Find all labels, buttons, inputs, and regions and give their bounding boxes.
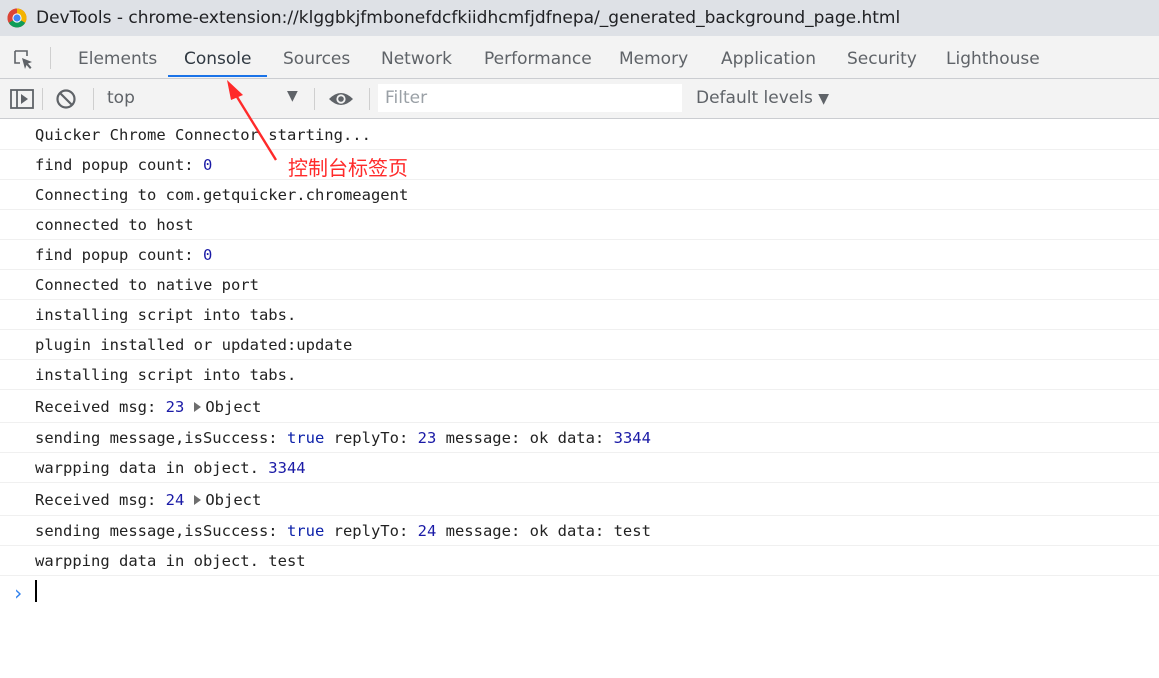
toolbar-divider [93,88,94,110]
object-label[interactable]: Object [205,398,261,416]
tab-lighthouse[interactable]: Lighthouse [946,36,1040,78]
log-levels-dropdown[interactable]: Default levels ▼ [696,88,829,108]
console-message: warpping data in object. 3344 [0,453,1159,483]
filter-input[interactable] [378,84,682,112]
console-message: find popup count: 0 [0,240,1159,270]
boolean-value: true [286,522,325,540]
number-value: 23 [417,429,437,447]
toolbar-divider [314,88,315,110]
console-message: Received msg: 23 Object [0,390,1159,423]
show-sidebar-icon[interactable] [10,88,34,110]
number-value: 0 [202,156,213,174]
number-value: 3344 [613,429,651,447]
tab-elements[interactable]: Elements [78,36,157,78]
object-label[interactable]: Object [205,491,261,509]
tab-console[interactable]: Console [184,36,252,78]
console-message: warpping data in object. test [0,546,1159,576]
window-titlebar: DevTools - chrome-extension://klggbkjfmb… [0,0,1159,36]
clear-console-icon[interactable] [55,88,77,110]
annotation-label: 控制台标签页 [288,156,408,180]
number-value: 24 [417,522,437,540]
console-message: Quicker Chrome Connector starting... [0,120,1159,150]
tab-sources[interactable]: Sources [283,36,350,78]
context-selector-value[interactable]: top [107,88,135,108]
context-dropdown-icon[interactable]: ▼ [287,88,298,104]
tab-performance[interactable]: Performance [484,36,592,78]
boolean-value: true [286,429,325,447]
console-message: find popup count: 0 [0,150,1159,180]
tab-network[interactable]: Network [381,36,452,78]
console-message: plugin installed or updated:update [0,330,1159,360]
console-toolbar: top ▼ Default levels ▼ [0,79,1159,119]
chevron-down-icon: ▼ [818,91,829,107]
toolbar-divider [42,88,43,110]
toolbar-divider [369,88,370,110]
console-message: installing script into tabs. [0,360,1159,390]
prompt-chevron-icon: › [12,581,25,605]
number-value: 23 [165,398,185,416]
console-message: sending message,isSuccess: true replyTo:… [0,423,1159,453]
console-message: Connecting to com.getquicker.chromeagent [0,180,1159,210]
tabbar-divider [50,47,51,69]
console-messages: Quicker Chrome Connector starting... fin… [0,120,1159,576]
expand-triangle-icon[interactable] [194,495,202,505]
number-value: 24 [165,491,185,509]
inspect-element-icon[interactable] [12,48,34,70]
console-message: connected to host [0,210,1159,240]
tab-security[interactable]: Security [847,36,917,78]
window-title: DevTools - chrome-extension://klggbkjfmb… [36,8,901,28]
console-message: Received msg: 24 Object [0,483,1159,516]
tab-application[interactable]: Application [721,36,816,78]
active-tab-indicator [168,75,267,77]
number-value: 3344 [268,459,306,477]
console-message: installing script into tabs. [0,300,1159,330]
number-value: 0 [202,246,213,264]
console-prompt[interactable]: › [0,577,1159,607]
log-levels-label: Default levels [696,88,813,108]
console-message: sending message,isSuccess: true replyTo:… [0,516,1159,546]
tab-memory[interactable]: Memory [619,36,688,78]
console-message: Connected to native port [0,270,1159,300]
devtools-tabbar: Elements Console Sources Network Perform… [0,36,1159,79]
text-caret [35,580,37,602]
expand-triangle-icon[interactable] [194,402,202,412]
live-expression-eye-icon[interactable] [328,90,354,108]
chrome-logo-icon [7,8,27,28]
